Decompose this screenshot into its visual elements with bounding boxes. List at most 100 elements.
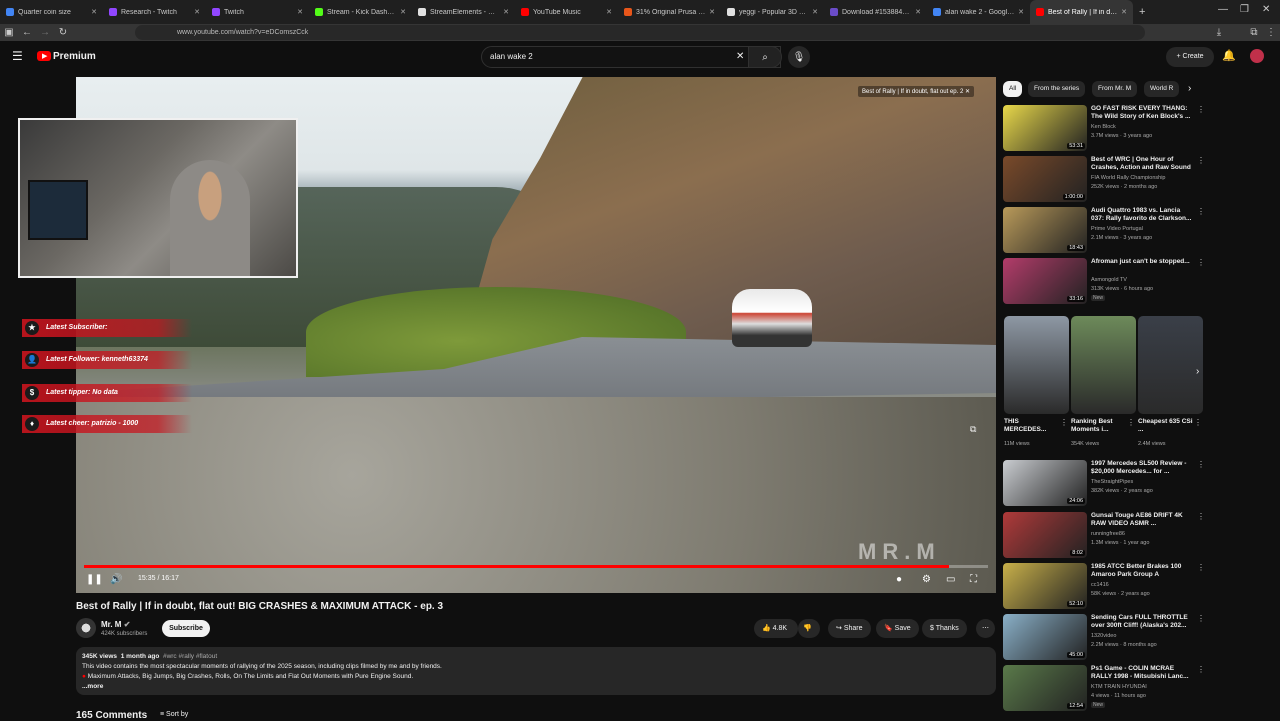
channel-name[interactable]: FIA World Rally Championship — [1091, 175, 1165, 181]
video-overlay-title[interactable]: Best of Rally | If in doubt, flat out ep… — [858, 86, 974, 97]
video-thumbnail[interactable]: 18:43 — [1003, 207, 1087, 253]
account-avatar[interactable] — [1250, 49, 1264, 63]
channel-name[interactable]: Prime Video Portugal — [1091, 226, 1143, 232]
recommended-video[interactable]: 33:16 Afroman just can't be stopped... Asm… — [1003, 258, 1213, 304]
more-options-icon[interactable]: ⋮ — [1197, 156, 1205, 165]
dislike-button[interactable]: 👎 — [798, 619, 820, 638]
channel-name[interactable]: Mr. M ✔ — [101, 620, 130, 629]
video-title[interactable]: Audi Quattro 1983 vs. Lancia 037: Rally … — [1091, 207, 1193, 223]
video-thumbnail[interactable]: 33:16 — [1003, 258, 1087, 304]
maximize-icon[interactable]: ❐ — [1240, 4, 1249, 15]
pip-icon[interactable]: ⧉ — [970, 424, 976, 435]
short-title[interactable]: Cheapest 635 CSi ... — [1138, 418, 1194, 434]
short-more-icon[interactable]: ⋮ — [1060, 418, 1068, 427]
tab-close-icon[interactable]: ✕ — [194, 8, 200, 16]
recommended-video[interactable]: 12:54 Ps1 Game - COLIN MCRAE RALLY 1998 -… — [1003, 665, 1213, 711]
short-thumbnail[interactable] — [1138, 316, 1203, 414]
more-options-icon[interactable]: ⋮ — [1197, 563, 1205, 572]
browser-tab[interactable]: YouTube Music ✕ — [515, 0, 618, 24]
video-title[interactable]: Sending Cars FULL THROTTLE over 300ft Cl… — [1091, 614, 1193, 630]
channel-name[interactable]: cc1416 — [1091, 582, 1109, 588]
like-button[interactable]: 👍 4.8K — [754, 619, 798, 638]
filter-chip[interactable]: World R — [1144, 81, 1180, 97]
hamburger-menu-icon[interactable]: ☰ — [12, 49, 23, 63]
pause-icon[interactable]: ❚❚ — [86, 574, 103, 585]
video-thumbnail[interactable]: 12:54 — [1003, 665, 1087, 711]
video-title[interactable]: 1985 ATCC Better Brakes 100 Amaroo Park … — [1091, 563, 1193, 579]
search-input[interactable]: alan wake 2 ✕ — [481, 46, 781, 68]
more-options-icon[interactable]: ⋮ — [1197, 258, 1205, 267]
sidebar-toggle-icon[interactable]: ▣ — [0, 27, 18, 38]
tab-close-icon[interactable]: ✕ — [915, 8, 921, 16]
recommended-video[interactable]: 18:43 Audi Quattro 1983 vs. Lancia 037: R… — [1003, 207, 1213, 253]
browser-tab[interactable]: Research - Twitch ✕ — [103, 0, 206, 24]
show-more-link[interactable]: ...more — [82, 682, 990, 692]
channel-name[interactable]: Asmongold TV — [1091, 277, 1127, 283]
more-options-icon[interactable]: ⋮ — [1197, 512, 1205, 521]
short-thumbnail[interactable] — [1071, 316, 1136, 414]
search-button[interactable]: ⌕ — [748, 46, 782, 68]
tab-close-icon[interactable]: ✕ — [91, 8, 97, 16]
browser-tab[interactable]: Download #153884539 - C✕ — [824, 0, 927, 24]
more-options-icon[interactable]: ⋮ — [1197, 207, 1205, 216]
create-button[interactable]: + Create — [1166, 47, 1214, 67]
voice-search-button[interactable]: 🎙 — [788, 46, 810, 68]
video-title[interactable]: Best of WRC | One Hour of Crashes, Actio… — [1091, 156, 1193, 172]
tab-close-icon[interactable]: ✕ — [1121, 8, 1127, 16]
tab-close-icon[interactable]: ✕ — [709, 8, 715, 16]
video-thumbnail[interactable]: 1:00:00 — [1003, 156, 1087, 202]
video-progress-bar[interactable] — [84, 565, 988, 568]
clear-search-icon[interactable]: ✕ — [736, 47, 744, 67]
extensions-icon[interactable]: ⧉ — [1245, 27, 1263, 38]
short-title[interactable]: THIS MERCEDES... — [1004, 418, 1060, 434]
thanks-button[interactable]: $ Thanks — [922, 619, 967, 638]
video-title[interactable]: Ps1 Game - COLIN MCRAE RALLY 1998 - Mits… — [1091, 665, 1193, 681]
theater-mode-icon[interactable]: ▭ — [946, 574, 955, 585]
channel-name[interactable]: 1320video — [1091, 633, 1116, 639]
browser-tab[interactable]: yeggi - Popular 3D Models✕ — [721, 0, 824, 24]
filter-chip[interactable]: From the series — [1028, 81, 1086, 97]
tab-close-icon[interactable]: ✕ — [503, 8, 509, 16]
video-thumbnail[interactable]: 8:02 — [1003, 512, 1087, 558]
filter-chip[interactable]: From Mr. M — [1092, 81, 1138, 97]
description-box[interactable]: 345K views 1 month ago #wrc #rally #flat… — [76, 647, 996, 695]
video-title[interactable]: 1997 Mercedes SL500 Review - $20,000 Mer… — [1091, 460, 1193, 476]
new-tab-icon[interactable]: + — [1133, 6, 1151, 18]
subscribe-button[interactable]: Subscribe — [162, 620, 210, 637]
premium-logo-text[interactable]: Premium — [53, 51, 96, 62]
channel-name[interactable]: runningfree86 — [1091, 531, 1125, 537]
save-button[interactable]: 🔖 Save — [876, 619, 919, 638]
filter-chip[interactable]: All — [1003, 81, 1023, 97]
tab-close-icon[interactable]: ✕ — [1018, 8, 1024, 16]
video-thumbnail[interactable]: 24:06 — [1003, 460, 1087, 506]
video-thumbnail[interactable]: 45:00 — [1003, 614, 1087, 660]
more-actions-button[interactable]: ⋯ — [976, 619, 995, 638]
browser-tab[interactable]: Stream - Kick Dashboard✕ — [309, 0, 412, 24]
short-title[interactable]: Ranking Best Moments i... — [1071, 418, 1127, 434]
tab-close-icon[interactable]: ✕ — [606, 8, 612, 16]
video-title[interactable]: Afroman just can't be stopped... — [1091, 258, 1193, 266]
back-icon[interactable]: ← — [18, 27, 36, 38]
browser-tab[interactable]: Quarter coin size ✕ — [0, 0, 103, 24]
recommended-video[interactable]: 24:06 1997 Mercedes SL500 Review - $20,00… — [1003, 460, 1213, 506]
browser-tab[interactable]: 31% Original Prusa i3 MK3S✕ — [618, 0, 721, 24]
browser-tab[interactable]: StreamElements - Overlays✕ — [412, 0, 515, 24]
notifications-bell-icon[interactable]: 🔔 — [1222, 49, 1236, 62]
youtube-logo-icon[interactable]: ▶ — [37, 51, 51, 61]
channel-name[interactable]: KTM TRAIN HYUNDAI — [1091, 684, 1147, 690]
chips-next-icon[interactable]: › — [1188, 83, 1191, 94]
hashtags[interactable]: #wrc #rally #flatout — [163, 653, 217, 660]
shorts-next-icon[interactable]: › — [1196, 366, 1199, 377]
video-thumbnail[interactable]: 53:31 — [1003, 105, 1087, 151]
browser-tab[interactable]: Best of Rally | If in doubt ✕ — [1030, 0, 1133, 24]
settings-gear-icon[interactable]: ⚙ — [922, 574, 931, 585]
browser-tab[interactable]: alan wake 2 - Google Search✕ — [927, 0, 1030, 24]
recommended-video[interactable]: 53:31 GO FAST RISK EVERY THANG: The Wild … — [1003, 105, 1213, 151]
fullscreen-icon[interactable]: ⛶ — [970, 574, 977, 585]
recommended-video[interactable]: 8:02 Gunsai Touge AE86 DRIFT 4K RAW VIDEO… — [1003, 512, 1213, 558]
short-thumbnail[interactable] — [1004, 316, 1069, 414]
close-window-icon[interactable]: ✕ — [1262, 4, 1270, 15]
recommended-video[interactable]: 52:10 1985 ATCC Better Brakes 100 Amaroo … — [1003, 563, 1213, 609]
channel-avatar[interactable] — [76, 618, 96, 638]
tab-close-icon[interactable]: ✕ — [297, 8, 303, 16]
